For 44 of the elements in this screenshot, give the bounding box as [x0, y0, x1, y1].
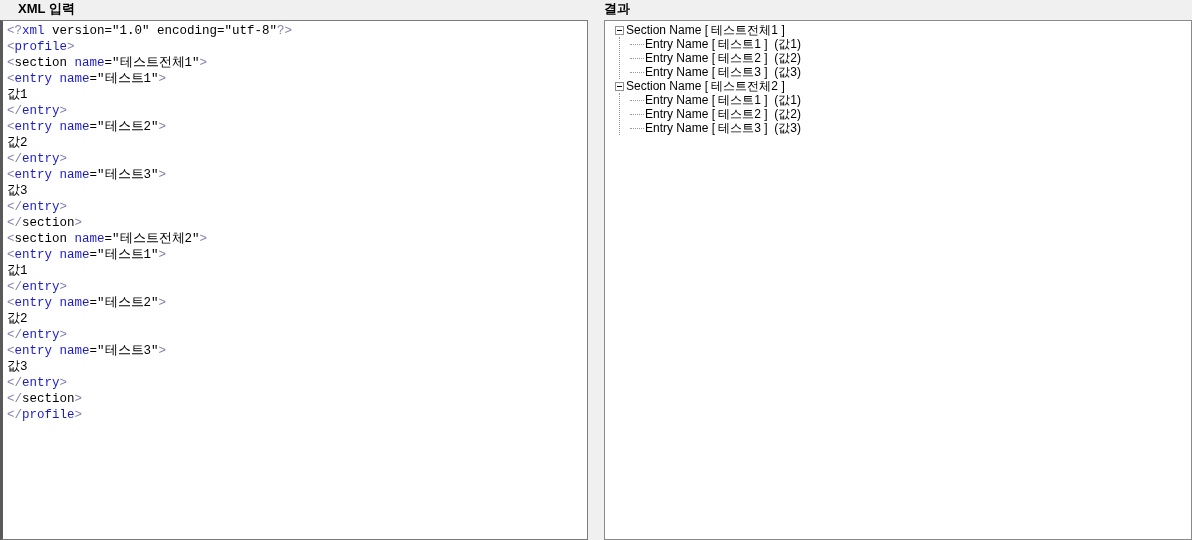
tree-item[interactable]: Entry Name [ 테스트3 ] (값3)	[645, 65, 802, 79]
code-line: </entry>	[7, 327, 69, 343]
tree-connector	[630, 71, 644, 73]
code-line: 값2	[7, 135, 29, 151]
tree-item[interactable]: Entry Name [ 테스트2 ] (값2)	[645, 51, 802, 65]
code-line: </entry>	[7, 103, 69, 119]
code-line: </entry>	[7, 375, 69, 391]
tree-connector	[630, 99, 644, 101]
code-line: <entry name="테스트1">	[7, 247, 168, 263]
code-line: 값3	[7, 359, 29, 375]
tree-item[interactable]: Section Name [ 테스트전체1 ]	[626, 23, 785, 37]
code-line: <entry name="테스트3">	[7, 343, 168, 359]
code-line: <profile>	[7, 39, 76, 55]
tree-connector	[630, 127, 644, 129]
code-line: 값1	[7, 87, 29, 103]
code-line: </profile>	[7, 407, 84, 423]
code-line: <entry name="테스트2">	[7, 295, 168, 311]
tree-item[interactable]: Entry Name [ 테스트1 ] (값1)	[645, 93, 802, 107]
code-line: </section>	[7, 215, 84, 231]
tree-connector	[630, 113, 644, 115]
code-line: </entry>	[7, 151, 69, 167]
tree-item[interactable]: Entry Name [ 테스트2 ] (값2)	[645, 107, 802, 121]
tree-item[interactable]: Section Name [ 테스트전체2 ]	[626, 79, 785, 93]
code-line: 값1	[7, 263, 29, 279]
code-line: <section name="테스트전체2">	[7, 231, 209, 247]
code-line: <entry name="테스트2">	[7, 119, 168, 135]
tree-connector	[630, 43, 644, 45]
code-line: 값3	[7, 183, 29, 199]
code-line: </entry>	[7, 199, 69, 215]
collapse-icon[interactable]	[615, 81, 624, 91]
xml-editor[interactable]	[0, 20, 588, 540]
panel-title: XML 입력	[17, 0, 76, 18]
panel-title: 결과	[604, 0, 631, 18]
code-line: </entry>	[7, 279, 69, 295]
code-line: <?xml version="1.0" encoding="utf-8"?>	[7, 23, 294, 39]
code-line: 값2	[7, 311, 29, 327]
tree-item[interactable]: Entry Name [ 테스트3 ] (값3)	[645, 121, 802, 135]
code-line: </section>	[7, 391, 84, 407]
code-line: <entry name="테스트3">	[7, 167, 168, 183]
tree-connector	[630, 57, 644, 59]
collapse-icon[interactable]	[615, 25, 624, 35]
tree-item[interactable]: Entry Name [ 테스트1 ] (값1)	[645, 37, 802, 51]
code-line: <entry name="테스트1">	[7, 71, 168, 87]
code-line: <section name="테스트전체1">	[7, 55, 209, 71]
